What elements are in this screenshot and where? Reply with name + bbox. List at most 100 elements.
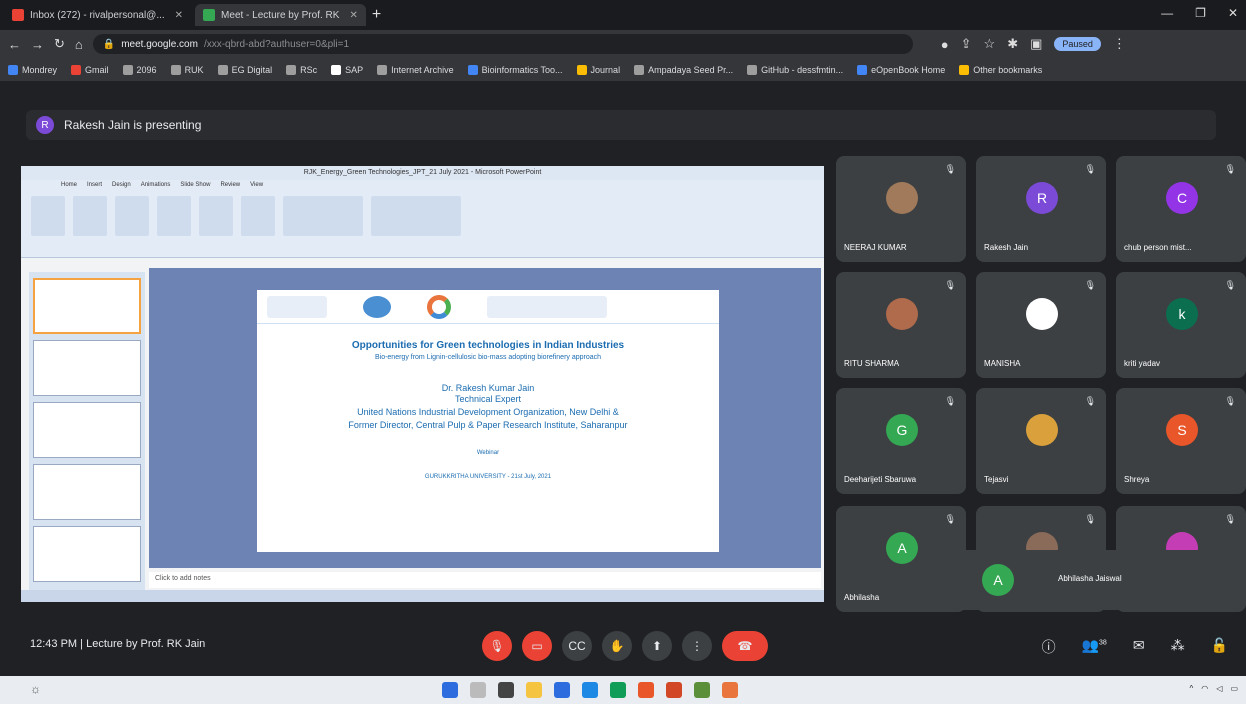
tray-chevron-icon[interactable]: ^ [1190,684,1194,693]
bookmark-item[interactable]: RUK [170,64,204,75]
profile-button[interactable]: Paused [1054,37,1101,51]
sidebar-icon[interactable]: ▣ [1030,36,1042,52]
participant-avatar: G [886,414,918,446]
activities-icon[interactable]: ⁂ [1171,637,1185,657]
mic-muted-icon: 🎙 [1084,280,1096,290]
bookmark-label: RSc [300,64,318,75]
url-path: /xxx-qbrd-abd?authuser=0&pli=1 [203,38,350,50]
bookmark-label: Other bookmarks [973,64,1043,75]
bookmark-item[interactable]: RSc [286,64,318,75]
share-icon[interactable]: ⇪ [961,36,972,52]
participant-tile[interactable]: 🎙 NEERAJ KUMAR [836,156,966,262]
tab-meet[interactable]: Meet - Lecture by Prof. RK ✕ [195,4,366,26]
bookmark-item[interactable]: Gmail [71,64,109,75]
participant-tile[interactable]: 🎙 RITU SHARMA [836,272,966,378]
participant-tile[interactable]: 🎙 G Deeharijeti Sbaruwa [836,388,966,494]
wifi-icon[interactable]: ◠ [1201,684,1208,693]
camera-off-button[interactable]: ▭ [522,631,552,661]
address-bar[interactable]: 🔒 meet.google.com /xxx-qbrd-abd?authuser… [92,34,913,54]
bookmark-item[interactable]: EG Digital [217,64,272,75]
raise-hand-button[interactable]: ✋ [602,631,632,661]
store-icon[interactable] [554,682,570,698]
info-icon[interactable]: ⓘ [1042,637,1056,657]
presenting-text: Rakesh Jain is presenting [64,118,202,132]
mic-muted-icon: 🎙 [1224,396,1236,406]
participant-tile[interactable]: 🎙 MANISHA [976,272,1106,378]
forward-icon[interactable]: → [31,37,44,52]
star-icon[interactable]: ☆ [984,36,996,52]
close-icon[interactable]: ✕ [349,10,357,21]
minimize-icon[interactable]: — [1161,6,1173,20]
new-tab-button[interactable]: + [372,6,381,24]
tab-label: Inbox (272) - rivalpersonal@... [30,9,165,21]
self-view-tile[interactable]: A Abhilasha Jaiswal [946,550,1232,610]
bookmark-icon [576,64,587,75]
bookmark-icon [331,64,342,75]
bookmark-item[interactable]: Journal [576,64,620,75]
lock-icon[interactable]: 🔓 [1211,637,1228,657]
home-icon[interactable]: ⌂ [75,37,83,52]
meeting-time: 12:43 PM [30,638,78,650]
folder-icon[interactable] [526,682,542,698]
start-icon[interactable] [442,682,458,698]
bookmark-item[interactable]: Internet Archive [377,64,454,75]
meet-icon [203,9,216,21]
presenting-banner: R Rakesh Jain is presenting [26,110,1216,140]
mic-off-button[interactable]: 🎙 [482,631,512,661]
end-call-button[interactable]: ☎ [722,631,768,661]
chat-icon[interactable]: ✉ [1133,637,1145,657]
bookmark-item[interactable]: GitHub - dessfmtin... [747,64,844,75]
participant-tile[interactable]: 🎙 Tejasvi [976,388,1106,494]
bookmark-icon [122,64,133,75]
participant-tile[interactable]: 🎙 Cchub person mist... [1116,156,1246,262]
participant-avatar [886,182,918,214]
webinar-detail: GURUKKRITHA UNIVERSITY - 21st July, 2021 [424,474,552,480]
bookmark-label: GitHub - dessfmtin... [761,64,844,75]
slide-logos [257,290,719,324]
weather-icon[interactable]: ☼ [30,682,41,696]
close-window-icon[interactable]: ✕ [1228,6,1238,20]
bookmark-item[interactable]: Mondrey [8,64,57,75]
self-name: Abhilasha Jaiswal [1058,574,1122,583]
taskview-icon[interactable] [498,682,514,698]
participant-name: MANISHA [984,359,1021,368]
present-button[interactable]: ⬆ [642,631,672,661]
bookmark-item[interactable]: 2096 [122,64,157,75]
people-icon[interactable]: 👥38 [1082,637,1107,657]
battery-icon[interactable]: ▭ [1230,684,1238,693]
back-icon[interactable]: ← [8,37,21,52]
participant-tile[interactable]: 🎙 R Rakesh Jain [976,156,1106,262]
captions-button[interactable]: CC [562,631,592,661]
system-tray: ^ ◠ ◁ ▭ [1190,684,1238,693]
menu-icon[interactable]: ⋮ [1113,36,1126,52]
bookmark-icon [747,64,758,75]
app-icon[interactable] [638,682,654,698]
edge-icon[interactable] [582,682,598,698]
participant-tile[interactable]: 🎙 k kriti yadav [1116,272,1246,378]
close-icon[interactable]: ✕ [175,10,183,21]
bookmark-item[interactable]: Bioinformatics Too... [467,64,563,75]
meeting-title: Lecture by Prof. RK Jain [86,638,206,650]
bookmark-item[interactable]: SAP [331,64,363,75]
slide-thumbnail [33,340,141,396]
tab-inbox[interactable]: Inbox (272) - rivalpersonal@... ✕ [4,4,191,26]
tab-label: Meet - Lecture by Prof. RK [221,9,340,21]
presenter-name: Dr. Rakesh Kumar Jain [441,383,535,393]
app-icon[interactable] [694,682,710,698]
maximize-icon[interactable]: ❐ [1195,6,1206,20]
camera-status-icon[interactable]: ● [941,37,949,52]
ribbon-tabs: Home Insert Design Animations Slide Show Revi… [61,182,264,188]
bookmark-item[interactable]: eOpenBook Home [857,64,945,75]
reload-icon[interactable]: ↻ [54,36,65,52]
volume-icon[interactable]: ◁ [1216,684,1222,693]
bookmark-item[interactable]: Ampadaya Seed Pr... [634,64,733,75]
participant-avatar: R [1026,182,1058,214]
app-icon[interactable] [722,682,738,698]
bookmark-item[interactable]: Other bookmarks [959,64,1043,75]
search-icon[interactable] [470,682,486,698]
extensions-icon[interactable]: ✱ [1007,36,1018,52]
more-options-button[interactable]: ⋮ [682,631,712,661]
powerpoint-icon[interactable] [666,682,682,698]
chrome-icon[interactable] [610,682,626,698]
participant-tile[interactable]: 🎙 S Shreya [1116,388,1246,494]
